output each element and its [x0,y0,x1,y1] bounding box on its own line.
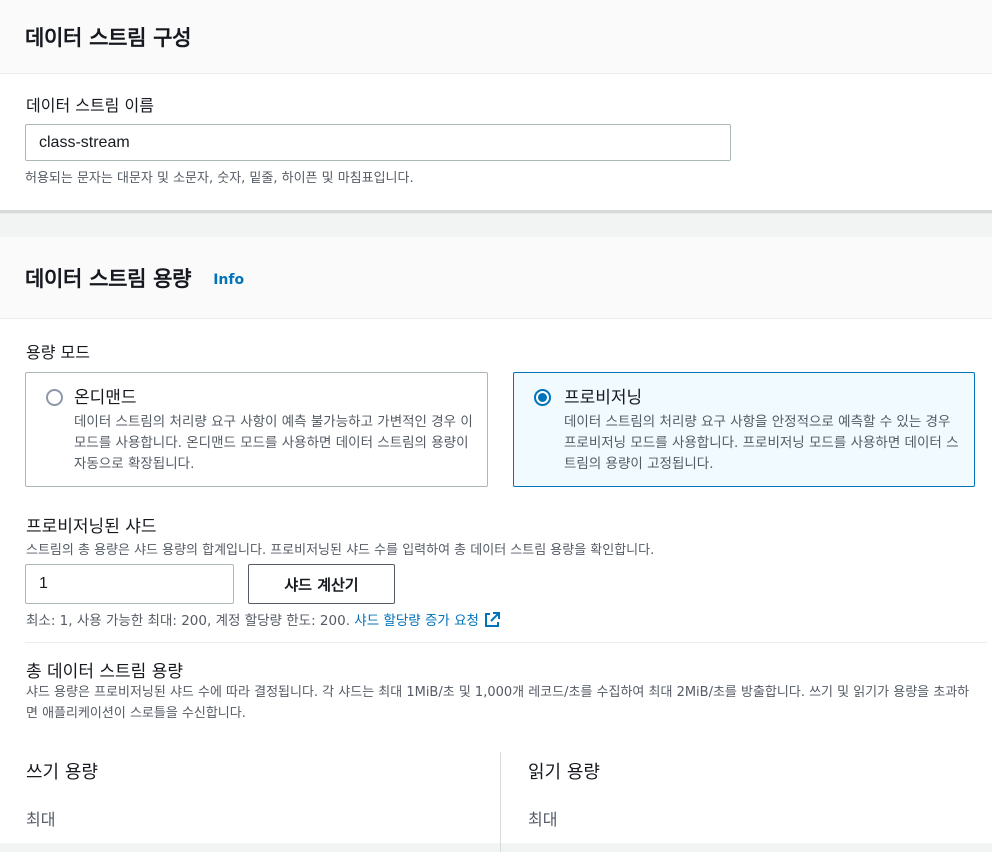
shard-limits: 최소: 1, 사용 가능한 최대: 200, 계정 할당량 한도: 200. 샤… [26,609,501,633]
write-max-label: 최대 [26,810,56,829]
stream-name-hint: 허용되는 문자는 대문자 및 소문자, 숫자, 밑줄, 하이픈 및 마침표입니다… [25,171,414,186]
capacity-column-divider [500,752,501,852]
stream-name-input[interactable] [25,124,731,161]
total-capacity-label: 총 데이터 스트림 용량 [26,662,183,682]
on-demand-description: 데이터 스트림의 처리량 요구 사항이 예측 불가능하고 가변적인 경우 이 모… [74,414,473,472]
shards-input[interactable] [25,564,234,604]
info-link[interactable]: Info [213,272,244,288]
provisioned-description: 데이터 스트림의 처리량 요구 사항을 안정적으로 예측할 수 있는 경우 프로… [564,414,959,472]
shards-description: 스트림의 총 용량은 샤드 용량의 합계입니다. 프로비저닝된 샤드 수를 입력… [26,543,655,558]
total-capacity-description: 샤드 용량은 프로비저닝된 샤드 수에 따라 결정됩니다. 각 샤드는 최대 1… [26,685,970,721]
stream-config-panel: 데이터 스트림 구성 데이터 스트림 이름 허용되는 문자는 대문자 및 소문자… [0,0,992,212]
mode-tile-provisioned[interactable]: 프로비저닝 데이터 스트림의 처리량 요구 사항을 안정적으로 예측할 수 있는… [513,372,975,487]
provisioned-radio[interactable] [534,389,551,406]
shard-quota-link[interactable]: 샤드 할당량 증가 요청 [354,613,479,629]
on-demand-radio[interactable] [46,389,63,406]
stream-capacity-header: 데이터 스트림 용량 Info [0,237,992,319]
external-link-icon[interactable] [483,611,501,633]
shard-calculator-button[interactable]: 샤드 계산기 [248,564,395,604]
read-capacity-title: 읽기 용량 [528,762,600,783]
shards-label: 프로비저닝된 샤드 [26,517,157,537]
stream-config-header: 데이터 스트림 구성 [0,0,992,74]
section-divider [25,642,987,643]
provisioned-title: 프로비저닝 [564,388,643,408]
mode-tile-on-demand[interactable]: 온디맨드 데이터 스트림의 처리량 요구 사항이 예측 불가능하고 가변적인 경… [25,372,488,487]
shard-limits-text: 최소: 1, 사용 가능한 최대: 200, 계정 할당량 한도: 200. [26,613,350,629]
write-capacity-title: 쓰기 용량 [26,762,98,783]
stream-config-title: 데이터 스트림 구성 [25,25,192,50]
capacity-mode-label: 용량 모드 [26,343,90,362]
stream-capacity-title: 데이터 스트림 용량 [25,266,192,291]
stream-capacity-panel: 데이터 스트림 용량 Info 용량 모드 온디맨드 데이터 스트림의 처리량 … [0,237,992,852]
read-max-label: 최대 [528,810,558,829]
on-demand-title: 온디맨드 [74,388,137,408]
stream-name-label: 데이터 스트림 이름 [26,96,154,115]
